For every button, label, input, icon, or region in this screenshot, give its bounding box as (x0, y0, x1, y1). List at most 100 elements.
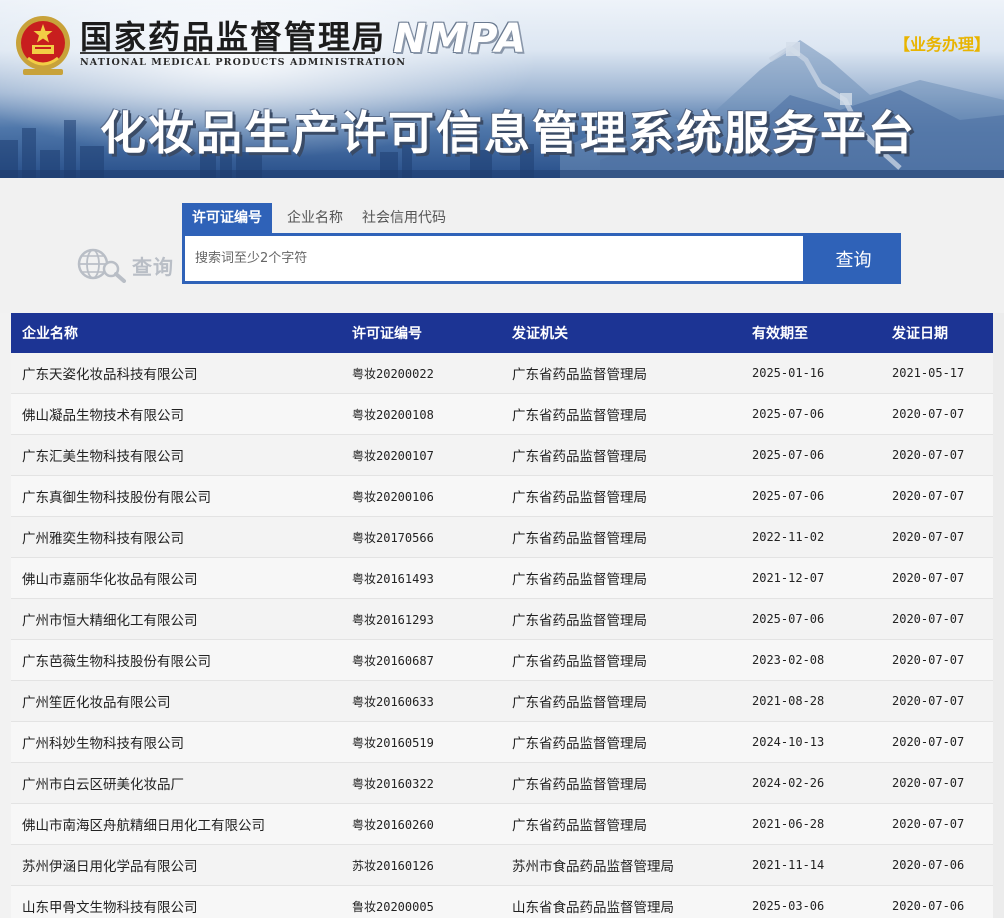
license-number-cell[interactable]: 粤妆20200106 (341, 475, 501, 517)
tab-license-number[interactable]: 许可证编号 (182, 203, 272, 233)
issue-date-cell: 2020-07-07 (881, 434, 993, 476)
license-number-cell[interactable]: 粤妆20160260 (341, 803, 501, 845)
issue-date-cell: 2020-07-07 (881, 680, 993, 722)
table-row[interactable]: 广州雅奕生物科技有限公司 粤妆20170566 广东省药品监督管理局 2022-11-… (11, 516, 993, 558)
issue-date-cell: 2020-07-07 (881, 721, 993, 763)
company-name-cell[interactable]: 广州市恒大精细化工有限公司 (11, 598, 341, 640)
table-row[interactable]: 佛山市嘉丽华化妆品有限公司 粤妆20161493 广东省药品监督管理局 2021-12… (11, 557, 993, 599)
issuer-cell: 广东省药品监督管理局 (501, 434, 741, 476)
column-header-valid-until: 有效期至 (741, 313, 881, 353)
table-row[interactable]: 广东汇美生物科技有限公司 粤妆20200107 广东省药品监督管理局 2025-07-… (11, 434, 993, 476)
issue-date-cell: 2020-07-06 (881, 885, 993, 918)
issuer-cell: 广东省药品监督管理局 (501, 762, 741, 804)
company-name-cell[interactable]: 广州笙匠化妆品有限公司 (11, 680, 341, 722)
company-name-cell[interactable]: 广东真御生物科技股份有限公司 (11, 475, 341, 517)
license-number-cell[interactable]: 粤妆20200022 (341, 353, 501, 394)
national-emblem-logo (16, 16, 70, 75)
company-name-cell[interactable]: 佛山凝品生物技术有限公司 (11, 393, 341, 435)
issue-date-cell: 2020-07-06 (881, 844, 993, 886)
table-row[interactable]: 佛山凝品生物技术有限公司 粤妆20200108 广东省药品监督管理局 2025-07-… (11, 393, 993, 435)
table-body: 广东天姿化妆品科技有限公司 粤妆20200022 广东省药品监督管理局 2025-01… (11, 353, 993, 918)
table-row[interactable]: 山东甲骨文生物科技有限公司 鲁妆20200005 山东省食品药品监督管理局 2025-… (11, 885, 993, 918)
issuer-cell: 广东省药品监督管理局 (501, 680, 741, 722)
license-number-cell[interactable]: 苏妆20160126 (341, 844, 501, 886)
valid-until-cell: 2024-10-13 (741, 721, 881, 763)
table-row[interactable]: 广州科妙生物科技有限公司 粤妆20160519 广东省药品监督管理局 2024-10-… (11, 721, 993, 763)
issue-date-cell: 2020-07-07 (881, 598, 993, 640)
search-input[interactable] (185, 236, 803, 281)
issuer-cell: 广东省药品监督管理局 (501, 393, 741, 435)
query-decoration: 查询 (76, 247, 181, 283)
issuer-cell: 苏州市食品药品监督管理局 (501, 844, 741, 886)
valid-until-cell: 2022-11-02 (741, 516, 881, 558)
platform-title: 化妆品生产许可信息管理系统服务平台 (100, 106, 916, 160)
query-decoration-label: 查询 (132, 255, 174, 279)
table-row[interactable]: 佛山市南海区舟航精细日用化工有限公司 粤妆20160260 广东省药品监督管理局 20… (11, 803, 993, 845)
license-number-cell[interactable]: 粤妆20161293 (341, 598, 501, 640)
org-name-divider (80, 52, 375, 54)
issue-date-cell: 2021-05-17 (881, 353, 993, 394)
issue-date-cell: 2020-07-07 (881, 393, 993, 435)
license-number-cell[interactable]: 粤妆20200107 (341, 434, 501, 476)
license-number-cell[interactable]: 粤妆20160322 (341, 762, 501, 804)
company-name-cell[interactable]: 苏州伊涵日用化学品有限公司 (11, 844, 341, 886)
header-banner: 国家药品监督管理局 NATIONAL MEDICAL PRODUCTS ADMI… (0, 0, 1004, 178)
valid-until-cell: 2021-12-07 (741, 557, 881, 599)
column-header-company: 企业名称 (11, 313, 341, 353)
company-name-cell[interactable]: 广州市白云区研美化妆品厂 (11, 762, 341, 804)
table-row[interactable]: 广州笙匠化妆品有限公司 粤妆20160633 广东省药品监督管理局 2021-08-2… (11, 680, 993, 722)
search-button[interactable]: 查询 (806, 233, 901, 284)
license-number-cell[interactable]: 粤妆20200108 (341, 393, 501, 435)
company-name-cell[interactable]: 广东芭薇生物科技股份有限公司 (11, 639, 341, 681)
license-number-cell[interactable]: 粤妆20160687 (341, 639, 501, 681)
column-header-issuer: 发证机关 (501, 313, 741, 353)
tab-credit-code[interactable]: 社会信用代码 (362, 203, 446, 233)
table-row[interactable]: 广东芭薇生物科技股份有限公司 粤妆20160687 广东省药品监督管理局 2023-0… (11, 639, 993, 681)
issuer-cell: 山东省食品药品监督管理局 (501, 885, 741, 918)
valid-until-cell: 2021-11-14 (741, 844, 881, 886)
issue-date-cell: 2020-07-07 (881, 803, 993, 845)
table-row[interactable]: 苏州伊涵日用化学品有限公司 苏妆20160126 苏州市食品药品监督管理局 2021-… (11, 844, 993, 886)
search-box: 查询 (182, 233, 901, 284)
company-name-cell[interactable]: 广东汇美生物科技有限公司 (11, 434, 341, 476)
issue-date-cell: 2020-07-07 (881, 762, 993, 804)
table-row[interactable]: 广州市恒大精细化工有限公司 粤妆20161293 广东省药品监督管理局 2025-07… (11, 598, 993, 640)
license-number-cell[interactable]: 粤妆20160519 (341, 721, 501, 763)
valid-until-cell: 2025-07-06 (741, 598, 881, 640)
valid-until-cell: 2025-07-06 (741, 393, 881, 435)
company-name-cell[interactable]: 山东甲骨文生物科技有限公司 (11, 885, 341, 918)
table-row[interactable]: 广州市白云区研美化妆品厂 粤妆20160322 广东省药品监督管理局 2024-02-… (11, 762, 993, 804)
valid-until-cell: 2025-01-16 (741, 353, 881, 394)
table-row[interactable]: 广东真御生物科技股份有限公司 粤妆20200106 广东省药品监督管理局 2025-0… (11, 475, 993, 517)
license-number-cell[interactable]: 粤妆20161493 (341, 557, 501, 599)
issuer-cell: 广东省药品监督管理局 (501, 721, 741, 763)
company-name-cell[interactable]: 广州科妙生物科技有限公司 (11, 721, 341, 763)
company-name-cell[interactable]: 佛山市南海区舟航精细日用化工有限公司 (11, 803, 341, 845)
issuer-cell: 广东省药品监督管理局 (501, 639, 741, 681)
table-row[interactable]: 广东天姿化妆品科技有限公司 粤妆20200022 广东省药品监督管理局 2025-01… (11, 353, 993, 394)
results-table: 企业名称 许可证编号 发证机关 有效期至 发证日期 广东天姿化妆品科技有限公司粤… (11, 313, 993, 918)
valid-until-cell: 2023-02-08 (741, 639, 881, 681)
issuer-cell: 广东省药品监督管理局 (501, 598, 741, 640)
issue-date-cell: 2020-07-07 (881, 516, 993, 558)
issuer-cell: 广东省药品监督管理局 (501, 803, 741, 845)
valid-until-cell: 2025-07-06 (741, 434, 881, 476)
issuer-cell: 广东省药品监督管理局 (501, 353, 741, 394)
license-number-cell[interactable]: 鲁妆20200005 (341, 885, 501, 918)
company-name-cell[interactable]: 佛山市嘉丽华化妆品有限公司 (11, 557, 341, 599)
valid-until-cell: 2024-02-26 (741, 762, 881, 804)
valid-until-cell: 2025-07-06 (741, 475, 881, 517)
page-scrollbar[interactable] (993, 313, 1004, 918)
license-number-cell[interactable]: 粤妆20170566 (341, 516, 501, 558)
company-name-cell[interactable]: 广州雅奕生物科技有限公司 (11, 516, 341, 558)
org-name-english: NATIONAL MEDICAL PRODUCTS ADMINISTRATION (80, 57, 407, 68)
business-handling-link[interactable]: 【业务办理】 (894, 31, 990, 55)
tab-company-name[interactable]: 企业名称 (287, 203, 343, 233)
valid-until-cell: 2021-06-28 (741, 803, 881, 845)
table-header-row: 企业名称 许可证编号 发证机关 有效期至 发证日期 (11, 313, 993, 353)
globe-magnifier-icon (77, 248, 126, 283)
issuer-cell: 广东省药品监督管理局 (501, 475, 741, 517)
license-number-cell[interactable]: 粤妆20160633 (341, 680, 501, 722)
company-name-cell[interactable]: 广东天姿化妆品科技有限公司 (11, 353, 341, 394)
issue-date-cell: 2020-07-07 (881, 557, 993, 599)
